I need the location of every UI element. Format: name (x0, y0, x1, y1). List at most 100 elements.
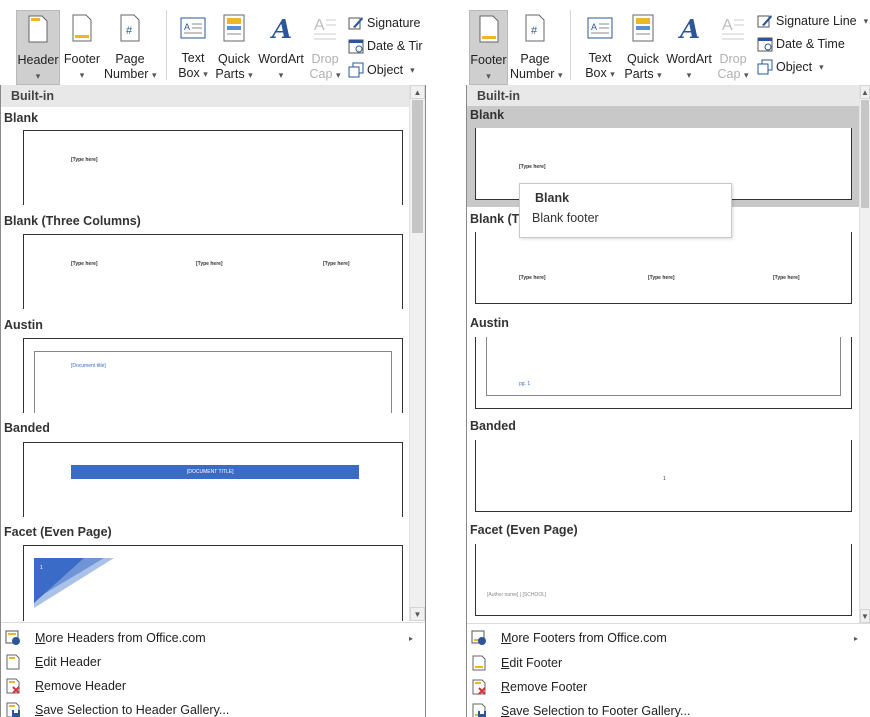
page-number-arrow: ▾ (557, 70, 563, 80)
signature-line-button[interactable]: Signature (348, 15, 421, 31)
save-selection-menu-item[interactable]: Save Selection to Footer Gallery... (467, 699, 870, 717)
wordart-icon: A (269, 15, 292, 45)
object-icon (348, 62, 364, 78)
text-box-label-1: Text (588, 51, 612, 65)
gallery-item-austin[interactable]: [Document title] (23, 338, 403, 413)
scroll-up-arrow[interactable]: ▲ (410, 85, 425, 99)
menu-label: dit Header (43, 655, 102, 669)
wordart-label: WordArt (666, 52, 712, 66)
gallery-section-header: Built-in (467, 85, 859, 107)
scroll-thumb[interactable] (412, 100, 423, 233)
gallery-item-facet-even-page[interactable]: 1 (23, 545, 403, 621)
text-box-label-1: Text (181, 51, 205, 65)
scroll-down-arrow[interactable]: ▼ (860, 609, 870, 623)
drop-cap-arrow: ▾ (743, 70, 749, 80)
gallery-scrollbar[interactable]: ▲ ▼ (859, 85, 870, 623)
header-dropdown-panel: Header ▾ Footer ▾ # Page Number ▾ A Text… (0, 0, 426, 717)
footer-arrow: ▾ (486, 71, 491, 81)
placeholder-text: [Type here] (196, 261, 223, 267)
gallery-item-facet-even-page[interactable]: [Author name] | [SCHOOL] (475, 544, 852, 616)
save-selection-icon (6, 702, 20, 717)
calendar-icon (348, 39, 364, 54)
page-number-button[interactable]: # Page Number ▾ (510, 10, 563, 85)
quick-parts-button[interactable]: Quick Parts ▾ (623, 10, 663, 85)
edit-header-menu-item[interactable]: Edit Header (1, 650, 425, 674)
svg-text:A: A (184, 22, 190, 32)
page-number-icon: # (120, 14, 140, 42)
menu-accel-key: R (501, 680, 511, 694)
page-number-text: 1 (40, 565, 43, 571)
wordart-button[interactable]: A WordArt ▾ (664, 10, 714, 85)
scroll-down-arrow[interactable]: ▼ (410, 607, 425, 621)
gallery-item-blank[interactable]: [Type here] (23, 130, 403, 205)
footer-icon (72, 14, 92, 42)
gallery-item-banded[interactable]: [DOCUMENT TITLE] (23, 442, 403, 517)
placeholder-text: [Type here] (71, 261, 98, 267)
edit-footer-menu-item[interactable]: Edit Footer (467, 651, 870, 675)
gallery-item-blank-three-columns[interactable]: [Type here] [Type here] [Type here] (475, 232, 852, 304)
gallery-section-header: Built-in (1, 85, 409, 107)
insert-ribbon: Header ▾ Footer ▾ # Page Number ▾ A Text… (0, 0, 426, 85)
remove-footer-menu-item[interactable]: Remove Footer (467, 675, 870, 699)
more-footers-menu-item[interactable]: More Footers from Office.com ▸ (467, 626, 870, 650)
gallery-item-banded[interactable]: 1 (475, 440, 852, 512)
page-number-text: pg. 1 (519, 381, 531, 387)
signature-label: Signature (367, 16, 421, 30)
object-button[interactable]: Object ▾ (757, 59, 824, 75)
menu-label: ave Selection to Header Gallery... (43, 703, 230, 717)
gallery-item-blank-three-columns[interactable]: [Type here] [Type here] [Type here] (23, 234, 403, 309)
svg-text:#: # (531, 25, 538, 37)
footer-button[interactable]: Footer ▾ (469, 10, 508, 85)
scroll-up-arrow[interactable]: ▲ (860, 85, 870, 99)
tooltip-title: Blank (535, 191, 570, 205)
remove-header-menu-item[interactable]: Remove Header (1, 674, 425, 698)
gallery-scrollbar[interactable]: ▲ ▼ (409, 85, 425, 621)
signature-line-button[interactable]: Signature Line ▾ (757, 13, 868, 29)
drop-cap-button[interactable]: A Drop Cap ▾ (716, 10, 750, 85)
facet-graphic (34, 558, 114, 608)
placeholder-text: [Type here] (648, 275, 675, 281)
header-icon (28, 15, 48, 43)
page-number-label-2: Number (510, 67, 555, 81)
footer-icon (479, 15, 498, 43)
office-online-icon (471, 630, 486, 645)
submenu-arrow: ▸ (408, 633, 413, 643)
object-arrow: ▾ (819, 61, 824, 72)
quick-parts-label-2: Parts (624, 67, 654, 81)
quick-parts-label-2: Parts (215, 67, 245, 81)
text-box-button[interactable]: A Text Box ▾ (580, 10, 620, 85)
drop-cap-button[interactable]: A Drop Cap ▾ (308, 10, 342, 85)
placeholder-text: [Type here] (71, 157, 98, 163)
page-number-button[interactable]: # Page Number ▾ (104, 10, 156, 85)
gallery-item-austin[interactable]: pg. 1 (475, 337, 852, 409)
document-title-text: [DOCUMENT TITLE] (187, 469, 234, 475)
insert-ribbon: Footer ▾ # Page Number ▾ A Text Box ▾ Qu… (466, 0, 870, 85)
text-box-icon: A (180, 17, 206, 39)
svg-text:A: A (677, 15, 700, 42)
signature-arrow: ▾ (863, 15, 869, 26)
object-button[interactable]: Object ▾ (348, 62, 415, 78)
tooltip-description: Blank footer (532, 211, 599, 225)
date-time-button[interactable]: Date & Time (757, 36, 845, 52)
menu-label: ore Headers from Office.com (45, 631, 206, 645)
gallery-label-facet-even-page: Facet (Even Page) (470, 523, 578, 537)
signature-label: Signature Line (776, 14, 857, 28)
footer-button[interactable]: Footer ▾ (62, 10, 102, 85)
submenu-arrow: ▸ (853, 633, 858, 643)
more-headers-menu-item[interactable]: More Headers from Office.com ▸ (1, 626, 425, 650)
scroll-thumb[interactable] (861, 100, 869, 208)
drop-cap-arrow: ▾ (335, 70, 341, 80)
menu-accel-key: M (35, 631, 46, 645)
text-box-button[interactable]: A Text Box ▾ (173, 10, 213, 85)
quick-parts-button[interactable]: Quick Parts ▾ (214, 10, 254, 85)
header-button[interactable]: Header ▾ (16, 10, 60, 85)
gallery-label-austin: Austin (4, 318, 43, 332)
wordart-button[interactable]: A WordArt ▾ (256, 10, 306, 85)
date-time-label: Date & Tir (367, 39, 423, 53)
placeholder-text: [Type here] (773, 275, 800, 281)
save-selection-menu-item[interactable]: Save Selection to Header Gallery... (1, 698, 425, 717)
date-time-button[interactable]: Date & Tir (348, 38, 423, 54)
footer-arrow: ▾ (79, 70, 85, 80)
menu-label: dit Footer (509, 656, 563, 670)
menu-label: emove Header (44, 679, 127, 693)
